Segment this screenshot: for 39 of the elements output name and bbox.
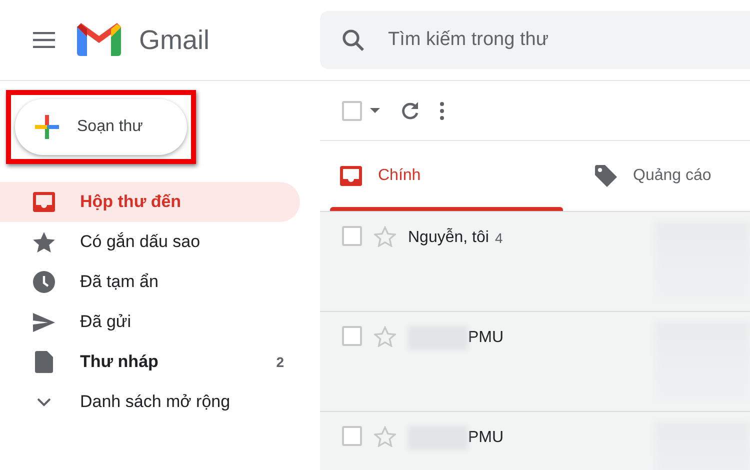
item-count: 2: [276, 352, 284, 372]
sender-name: PMU: [468, 328, 504, 348]
compose-button[interactable]: Soạn thư: [15, 99, 187, 155]
star-icon[interactable]: [374, 426, 396, 447]
search-icon: [342, 29, 364, 51]
sidebar-item[interactable]: Đã gửi: [0, 302, 300, 342]
caret-icon[interactable]: [370, 108, 380, 113]
envelope-logo-icon: [77, 23, 121, 57]
sender-name: Nguyễn, tôi: [408, 227, 489, 248]
tab[interactable]: Chính: [320, 141, 564, 211]
star-icon: [33, 232, 55, 252]
sidebar-item[interactable]: Hộp thư đến: [0, 182, 300, 222]
app-name: Gmail: [139, 24, 210, 57]
sidebar-item[interactable]: Đã tạm ẩn: [0, 262, 300, 302]
row-checkbox[interactable]: [342, 226, 362, 246]
sender-name: PMU: [468, 428, 504, 448]
sidebar-item[interactable]: Có gắn dấu sao: [0, 222, 300, 262]
select-all-checkbox[interactable]: [342, 100, 362, 120]
menu-icon[interactable]: [33, 32, 55, 48]
more-options-icon[interactable]: [440, 102, 444, 120]
row-checkbox[interactable]: [342, 326, 362, 346]
inbox-icon: [33, 192, 55, 212]
row-checkbox[interactable]: [342, 426, 362, 446]
search-bar[interactable]: Tìm kiếm trong thư: [320, 11, 750, 69]
search-field[interactable]: Tìm kiếm trong thư: [386, 24, 646, 56]
tab[interactable]: Quảng cáo: [563, 141, 750, 211]
refresh-icon[interactable]: [400, 100, 420, 120]
send-icon: [33, 312, 55, 332]
sidebar-item[interactable]: Danh sách mở rộng: [0, 382, 300, 422]
plus-icon: [35, 115, 59, 139]
sidebar-item[interactable]: Thư nháp 2: [0, 342, 300, 382]
message-count: 4: [494, 228, 503, 248]
inbox-icon: [340, 166, 362, 186]
star-icon[interactable]: [374, 326, 396, 347]
chevron-down-icon: [37, 398, 51, 406]
document-icon: [35, 351, 53, 373]
star-icon[interactable]: [374, 226, 396, 247]
tag-icon: [595, 165, 618, 187]
clock-icon: [33, 271, 55, 293]
